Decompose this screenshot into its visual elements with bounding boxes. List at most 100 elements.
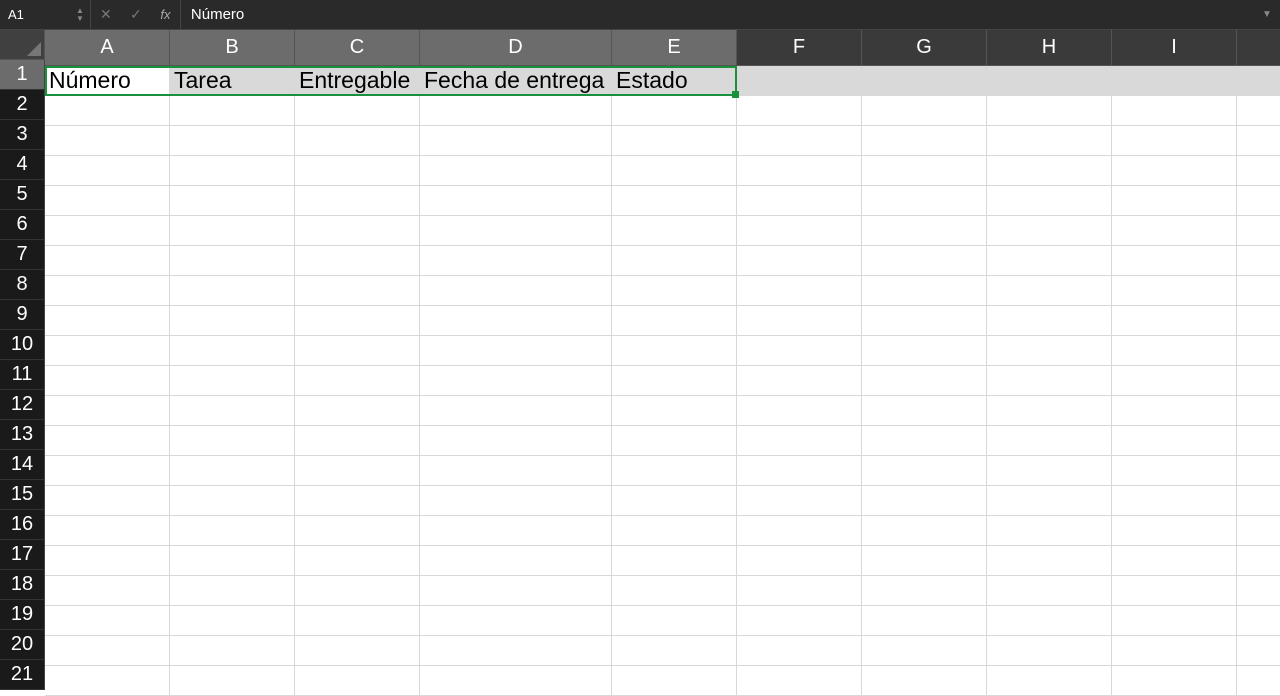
cell-G9[interactable] <box>862 306 987 336</box>
cell-C21[interactable] <box>295 666 420 696</box>
cell-E6[interactable] <box>612 216 737 246</box>
cell-B20[interactable] <box>170 636 295 666</box>
row-header-11[interactable]: 11 <box>0 360 45 390</box>
cell-B9[interactable] <box>170 306 295 336</box>
name-box-stepper[interactable]: ▲ ▼ <box>70 0 91 29</box>
cell-I19[interactable] <box>1112 606 1237 636</box>
row-header-12[interactable]: 12 <box>0 390 45 420</box>
cell-C8[interactable] <box>295 276 420 306</box>
cell-F17[interactable] <box>737 546 862 576</box>
cell-J13[interactable] <box>1237 426 1280 456</box>
cell-J21[interactable] <box>1237 666 1280 696</box>
cell-A15[interactable] <box>45 486 170 516</box>
cell-C18[interactable] <box>295 576 420 606</box>
cell-A5[interactable] <box>45 186 170 216</box>
cell-A10[interactable] <box>45 336 170 366</box>
cell-D15[interactable] <box>420 486 612 516</box>
cell-B13[interactable] <box>170 426 295 456</box>
cell-E4[interactable] <box>612 156 737 186</box>
cell-F5[interactable] <box>737 186 862 216</box>
select-all-corner[interactable] <box>0 30 45 60</box>
cell-H14[interactable] <box>987 456 1112 486</box>
cell-C20[interactable] <box>295 636 420 666</box>
row-header-13[interactable]: 13 <box>0 420 45 450</box>
cell-H4[interactable] <box>987 156 1112 186</box>
cell-E10[interactable] <box>612 336 737 366</box>
cell-D12[interactable] <box>420 396 612 426</box>
cell-D3[interactable] <box>420 126 612 156</box>
cell-B17[interactable] <box>170 546 295 576</box>
cell-A20[interactable] <box>45 636 170 666</box>
cell-C10[interactable] <box>295 336 420 366</box>
cell-H5[interactable] <box>987 186 1112 216</box>
cell-D13[interactable] <box>420 426 612 456</box>
cell-G8[interactable] <box>862 276 987 306</box>
cell-C5[interactable] <box>295 186 420 216</box>
cell-B14[interactable] <box>170 456 295 486</box>
row-header-15[interactable]: 15 <box>0 480 45 510</box>
cell-J15[interactable] <box>1237 486 1280 516</box>
cell-G7[interactable] <box>862 246 987 276</box>
cell-H3[interactable] <box>987 126 1112 156</box>
cell-D7[interactable] <box>420 246 612 276</box>
cell-A14[interactable] <box>45 456 170 486</box>
cell-H21[interactable] <box>987 666 1112 696</box>
cell-C19[interactable] <box>295 606 420 636</box>
cell-D16[interactable] <box>420 516 612 546</box>
cell-H17[interactable] <box>987 546 1112 576</box>
cell-D5[interactable] <box>420 186 612 216</box>
cell-A8[interactable] <box>45 276 170 306</box>
cell-I8[interactable] <box>1112 276 1237 306</box>
cell-E8[interactable] <box>612 276 737 306</box>
cell-A11[interactable] <box>45 366 170 396</box>
cell-I2[interactable] <box>1112 96 1237 126</box>
cell-H16[interactable] <box>987 516 1112 546</box>
cell-J18[interactable] <box>1237 576 1280 606</box>
cell-I13[interactable] <box>1112 426 1237 456</box>
column-header-D[interactable]: D <box>420 30 612 66</box>
cell-H7[interactable] <box>987 246 1112 276</box>
name-box[interactable]: A1 <box>0 0 70 29</box>
cell-C15[interactable] <box>295 486 420 516</box>
cell-F6[interactable] <box>737 216 862 246</box>
cell-I11[interactable] <box>1112 366 1237 396</box>
cell-B1[interactable]: Tarea <box>170 66 295 96</box>
cell-F10[interactable] <box>737 336 862 366</box>
stepper-down-icon[interactable]: ▼ <box>76 15 84 23</box>
column-header-H[interactable]: H <box>987 30 1112 66</box>
cell-F9[interactable] <box>737 306 862 336</box>
cell-F21[interactable] <box>737 666 862 696</box>
cell-D9[interactable] <box>420 306 612 336</box>
cell-F13[interactable] <box>737 426 862 456</box>
cell-J12[interactable] <box>1237 396 1280 426</box>
cell-I20[interactable] <box>1112 636 1237 666</box>
cell-I17[interactable] <box>1112 546 1237 576</box>
cell-D2[interactable] <box>420 96 612 126</box>
cell-F19[interactable] <box>737 606 862 636</box>
row-header-10[interactable]: 10 <box>0 330 45 360</box>
cell-F8[interactable] <box>737 276 862 306</box>
cell-I14[interactable] <box>1112 456 1237 486</box>
cell-D20[interactable] <box>420 636 612 666</box>
cell-A1[interactable]: Número <box>45 66 170 96</box>
cell-A13[interactable] <box>45 426 170 456</box>
cell-F2[interactable] <box>737 96 862 126</box>
cell-I1[interactable] <box>1112 66 1237 96</box>
cell-J2[interactable] <box>1237 96 1280 126</box>
cell-E17[interactable] <box>612 546 737 576</box>
cell-G12[interactable] <box>862 396 987 426</box>
cell-E18[interactable] <box>612 576 737 606</box>
cell-H9[interactable] <box>987 306 1112 336</box>
cell-H19[interactable] <box>987 606 1112 636</box>
cell-G15[interactable] <box>862 486 987 516</box>
cell-E5[interactable] <box>612 186 737 216</box>
cell-G16[interactable] <box>862 516 987 546</box>
cell-G10[interactable] <box>862 336 987 366</box>
cell-F14[interactable] <box>737 456 862 486</box>
cell-G5[interactable] <box>862 186 987 216</box>
cell-H18[interactable] <box>987 576 1112 606</box>
cell-C9[interactable] <box>295 306 420 336</box>
row-header-1[interactable]: 1 <box>0 60 45 90</box>
row-header-21[interactable]: 21 <box>0 660 45 690</box>
cell-B4[interactable] <box>170 156 295 186</box>
